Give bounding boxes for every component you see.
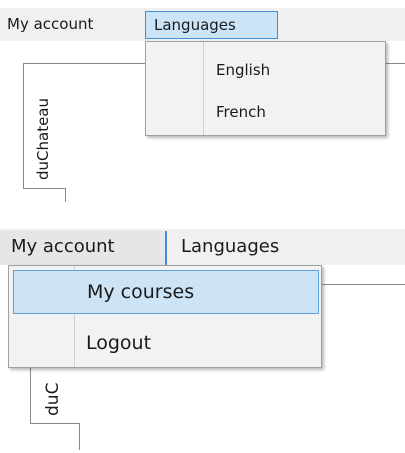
top-menubar: My account Languages [0, 8, 405, 41]
top-panel: My account Languages duChateau English F… [0, 0, 405, 210]
menu-my-account-active[interactable]: My account [0, 231, 167, 265]
menu-item-my-courses[interactable]: My courses [13, 270, 319, 314]
top-frame-tab-bottom [23, 188, 66, 189]
bottom-frame-left [30, 365, 31, 423]
menu-languages[interactable]: Languages [181, 231, 279, 265]
menu-languages[interactable]: Languages [145, 11, 278, 39]
top-dropdown-separator [203, 42, 204, 135]
top-frame-left [23, 63, 24, 188]
menu-item-french[interactable]: French [216, 99, 266, 125]
bottom-account-dropdown: My courses Logout [8, 265, 322, 368]
bottom-frame-right-stub [79, 423, 80, 450]
top-frame-right-stub [65, 188, 66, 202]
bottom-frame-tab-bottom [30, 423, 79, 424]
menu-item-logout[interactable]: Logout [86, 323, 151, 363]
menu-item-english[interactable]: English [216, 57, 270, 83]
top-languages-dropdown: English French [145, 41, 386, 136]
top-frame-top [23, 63, 145, 64]
menu-my-account[interactable]: My account [7, 12, 93, 38]
top-tab-label[interactable]: duChateau [33, 98, 53, 180]
bottom-panel: My account Languages duC My courses Logo… [0, 225, 405, 453]
bottom-menubar: My account Languages [0, 229, 405, 265]
top-frame-top-right [385, 63, 405, 64]
bottom-tab-label[interactable]: duC [42, 383, 64, 416]
bottom-frame-top-right [322, 284, 405, 285]
